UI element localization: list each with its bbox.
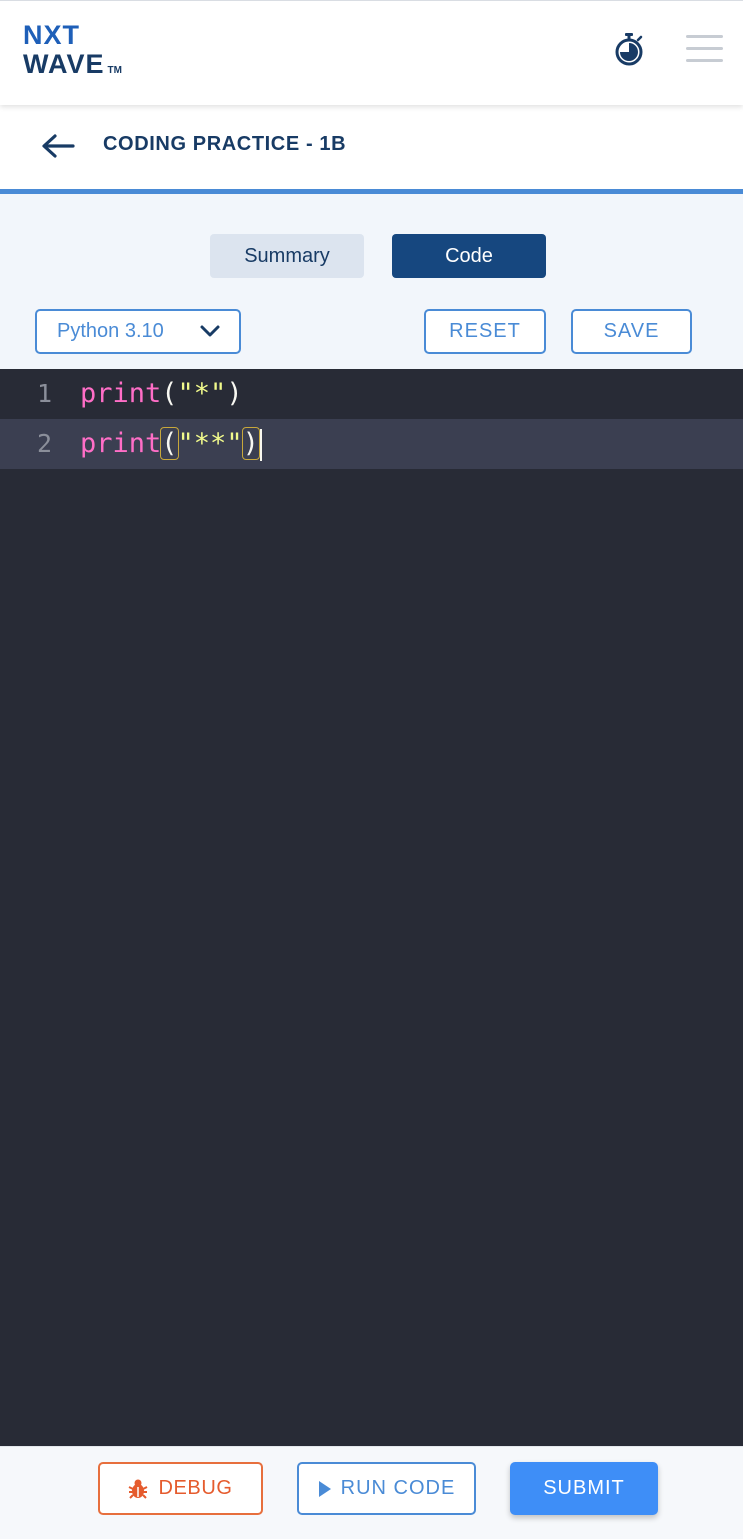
code-line-active[interactable]: 2 print("**") [0, 419, 743, 469]
code-editor[interactable]: 1 print("*") 2 print("**") [0, 369, 743, 1446]
tab-code[interactable]: Code [392, 234, 546, 278]
logo-text-top: NXT [23, 20, 80, 50]
play-icon [318, 1480, 331, 1497]
line-number: 2 [36, 429, 52, 458]
bug-icon [128, 1479, 148, 1499]
run-code-button[interactable]: RUN CODE [297, 1462, 476, 1515]
debug-button[interactable]: DEBUG [98, 1462, 263, 1515]
debug-label: DEBUG [158, 1477, 233, 1499]
logo-text-bottom: WAVE TM [23, 49, 122, 79]
chevron-down-icon [200, 325, 220, 337]
code-text: print("*") [80, 378, 243, 409]
arrow-left-icon[interactable] [40, 132, 76, 160]
language-select-value: Python 3.10 [57, 320, 164, 342]
code-line[interactable]: 1 print("*") [0, 369, 743, 419]
page-title: CODING PRACTICE - 1B [103, 133, 347, 155]
save-button[interactable]: SAVE [571, 309, 692, 354]
tab-summary[interactable]: Summary [210, 234, 364, 278]
stopwatch-icon[interactable] [612, 32, 646, 66]
text-cursor [259, 428, 262, 461]
line-number: 1 [36, 379, 52, 408]
reset-button[interactable]: RESET [424, 309, 546, 354]
code-text: print("**") [80, 419, 262, 469]
nxtwave-logo[interactable]: NXT WAVE TM [23, 22, 143, 82]
submit-button[interactable]: SUBMIT [510, 1462, 658, 1515]
app-header: NXT WAVE TM [0, 0, 743, 105]
hamburger-menu-icon[interactable] [686, 35, 724, 65]
run-code-label: RUN CODE [340, 1477, 456, 1499]
language-select[interactable]: Python 3.10 [35, 309, 241, 354]
